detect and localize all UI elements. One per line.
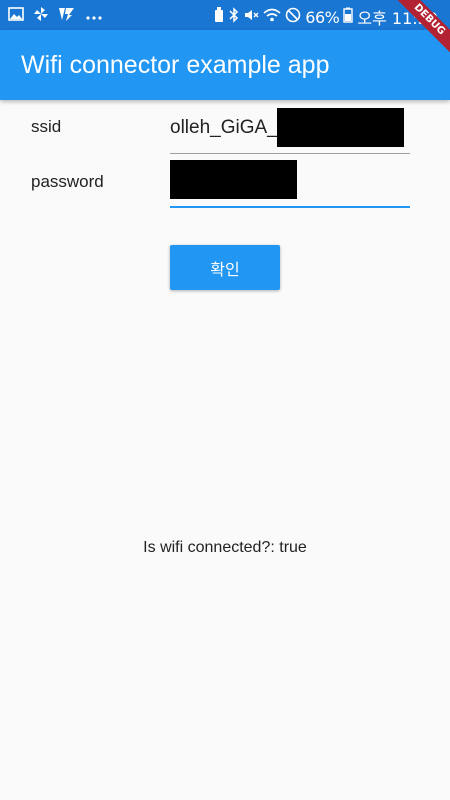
- status-bar: 66% 오후 11:59: [0, 0, 450, 30]
- app-bar: Wifi connector example app: [0, 30, 450, 100]
- ssid-value: olleh_GiGA_: [170, 117, 278, 138]
- redacted-block: [277, 108, 404, 147]
- password-underline: [170, 206, 410, 208]
- password-label: password: [31, 172, 104, 191]
- battery-percent: 66%: [305, 7, 340, 27]
- gallery-icon: [8, 7, 24, 25]
- usb-icon: [213, 7, 225, 27]
- flash-app-icon: [58, 6, 76, 26]
- status-left-icons: [8, 6, 103, 26]
- redacted-block: [170, 160, 297, 199]
- do-not-disturb-icon: [285, 7, 301, 27]
- wifi-icon: [263, 7, 281, 27]
- confirm-button[interactable]: 확인: [170, 245, 280, 290]
- pinwheel-icon: [33, 6, 49, 26]
- password-field[interactable]: [170, 160, 410, 208]
- bluetooth-icon: [229, 7, 239, 27]
- app-title: Wifi connector example app: [21, 51, 330, 79]
- battery-icon: [343, 7, 354, 27]
- ssid-underline: [170, 153, 410, 154]
- ssid-field[interactable]: olleh_GiGA_: [170, 107, 410, 154]
- mute-icon: [243, 7, 259, 27]
- more-dots-icon: [85, 7, 103, 25]
- status-right-icons: 66% 오후 11:59: [213, 5, 438, 29]
- ssid-label: ssid: [31, 117, 62, 136]
- wifi-status-text: Is wifi connected?: true: [143, 539, 307, 556]
